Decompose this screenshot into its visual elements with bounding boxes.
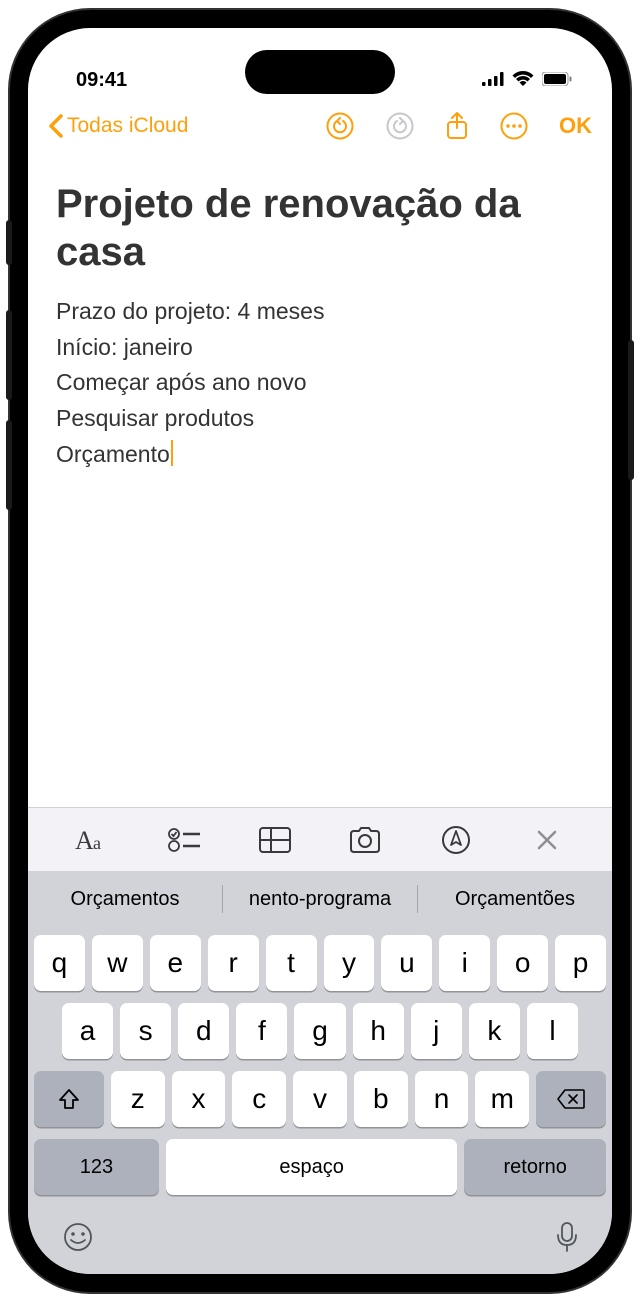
more-button[interactable] [499, 111, 529, 141]
back-label: Todas iCloud [67, 114, 188, 138]
keyboard: q w e r t y u i o p a s d f g h j k l [28, 927, 612, 1274]
return-key[interactable]: retorno [464, 1139, 606, 1195]
key-i[interactable]: i [439, 935, 490, 991]
chevron-left-icon [48, 114, 63, 138]
suggestion-3[interactable]: Orçamentões [418, 888, 612, 911]
key-r[interactable]: r [208, 935, 259, 991]
status-time: 09:41 [76, 69, 127, 92]
shift-icon [57, 1087, 81, 1111]
text-cursor [171, 440, 174, 466]
note-line[interactable]: Orçamento [56, 437, 584, 473]
status-icons [482, 69, 572, 92]
key-f[interactable]: f [236, 1003, 287, 1059]
key-n[interactable]: n [415, 1071, 469, 1127]
format-toolbar: Aa [28, 807, 612, 871]
svg-text:a: a [93, 833, 101, 853]
key-b[interactable]: b [354, 1071, 408, 1127]
key-o[interactable]: o [497, 935, 548, 991]
keyboard-bottom-row [34, 1207, 606, 1264]
key-l[interactable]: l [527, 1003, 578, 1059]
key-d[interactable]: d [178, 1003, 229, 1059]
suggestion-1[interactable]: Orçamentos [28, 888, 222, 911]
key-h[interactable]: h [353, 1003, 404, 1059]
key-t[interactable]: t [266, 935, 317, 991]
key-a[interactable]: a [62, 1003, 113, 1059]
predictive-text-bar: Orçamentos nento-programa Orçamentões [28, 871, 612, 927]
key-x[interactable]: x [172, 1071, 226, 1127]
key-u[interactable]: u [381, 935, 432, 991]
phone-screen: 09:41 Todas iCloud [28, 28, 612, 1274]
emoji-button[interactable] [62, 1221, 94, 1258]
table-button[interactable] [250, 827, 300, 853]
dynamic-island [245, 50, 395, 94]
text-format-button[interactable]: Aa [68, 827, 118, 853]
done-button[interactable]: OK [559, 113, 592, 139]
note-body[interactable]: Prazo do projeto: 4 meses Início: janeir… [56, 294, 584, 472]
key-m[interactable]: m [475, 1071, 529, 1127]
cellular-signal-icon [482, 69, 504, 92]
suggestion-2[interactable]: nento-programa [223, 888, 417, 911]
phone-frame: 09:41 Todas iCloud [10, 10, 630, 1292]
wifi-icon [512, 69, 534, 92]
key-row-1: q w e r t y u i o p [34, 935, 606, 991]
space-key[interactable]: espaço [166, 1139, 458, 1195]
mute-switch [6, 220, 12, 265]
back-button[interactable]: Todas iCloud [48, 114, 188, 138]
key-row-4: 123 espaço retorno [34, 1139, 606, 1195]
key-w[interactable]: w [92, 935, 143, 991]
key-c[interactable]: c [232, 1071, 286, 1127]
note-line[interactable]: Pesquisar produtos [56, 401, 584, 437]
camera-button[interactable] [340, 827, 390, 853]
dictation-button[interactable] [556, 1221, 578, 1258]
close-toolbar-button[interactable] [522, 829, 572, 851]
note-line[interactable]: Começar após ano novo [56, 365, 584, 401]
share-button[interactable] [445, 111, 469, 141]
key-g[interactable]: g [294, 1003, 345, 1059]
key-e[interactable]: e [150, 935, 201, 991]
volume-up-button [6, 310, 12, 400]
navigation-bar: Todas iCloud OK [28, 98, 612, 154]
volume-down-button [6, 420, 12, 510]
svg-text:A: A [75, 827, 94, 853]
checklist-button[interactable] [159, 827, 209, 853]
numbers-key[interactable]: 123 [34, 1139, 159, 1195]
nav-icons: OK [325, 111, 592, 141]
key-v[interactable]: v [293, 1071, 347, 1127]
key-z[interactable]: z [111, 1071, 165, 1127]
markup-button[interactable] [431, 825, 481, 855]
undo-button[interactable] [325, 111, 355, 141]
redo-button [385, 111, 415, 141]
key-j[interactable]: j [411, 1003, 462, 1059]
key-k[interactable]: k [469, 1003, 520, 1059]
shift-key[interactable] [34, 1071, 104, 1127]
key-s[interactable]: s [120, 1003, 171, 1059]
note-editor[interactable]: Projeto de renovação da casa Prazo do pr… [28, 154, 612, 807]
key-y[interactable]: y [324, 935, 375, 991]
backspace-icon [557, 1089, 585, 1109]
note-line[interactable]: Início: janeiro [56, 330, 584, 366]
backspace-key[interactable] [536, 1071, 606, 1127]
power-button [628, 340, 634, 480]
key-p[interactable]: p [555, 935, 606, 991]
key-row-2: a s d f g h j k l [34, 1003, 606, 1059]
key-q[interactable]: q [34, 935, 85, 991]
note-title[interactable]: Projeto de renovação da casa [56, 180, 584, 276]
key-row-3: z x c v b n m [34, 1071, 606, 1127]
battery-icon [542, 69, 572, 92]
note-line[interactable]: Prazo do projeto: 4 meses [56, 294, 584, 330]
